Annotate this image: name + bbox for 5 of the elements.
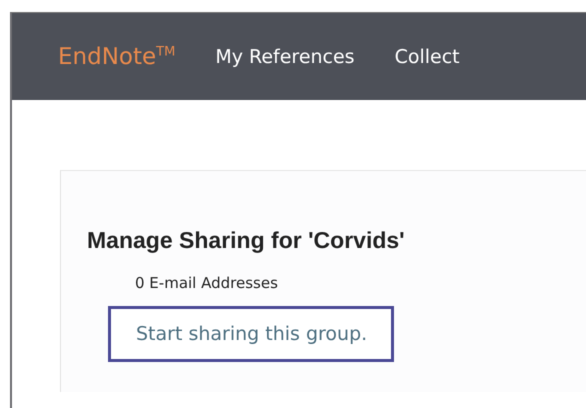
panel-title: Manage Sharing for 'Corvids' <box>87 227 406 254</box>
email-count: 0 E-mail Addresses <box>135 274 279 292</box>
nav-link[interactable]: Collect <box>394 46 460 68</box>
nav-link[interactable]: My References <box>215 46 355 68</box>
start-sharing-button[interactable]: Start sharing this group. <box>108 306 394 362</box>
